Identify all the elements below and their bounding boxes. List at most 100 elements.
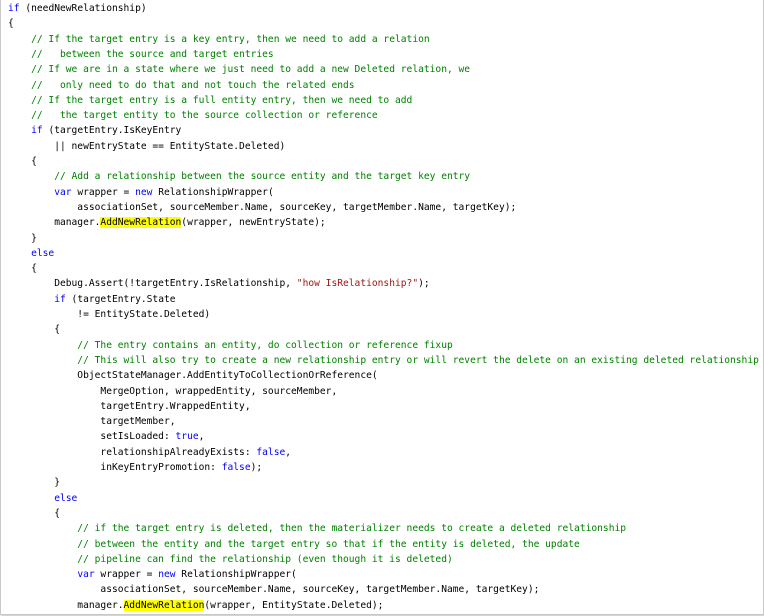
code-keyword: new	[158, 569, 176, 581]
code-line: targetMember,	[8, 414, 176, 429]
code-line: targetEntry.WrappedEntity,	[8, 399, 251, 414]
code-text: targetMember,	[8, 416, 176, 428]
code-keyword: false	[256, 446, 286, 458]
code-keyword: else	[54, 492, 78, 504]
code-text: || newEntryState == EntityState.Deleted)	[8, 140, 286, 152]
code-keyword: false	[221, 462, 251, 473]
code-text: );	[418, 278, 430, 290]
code-line: // between the entity and the target ent…	[8, 537, 580, 552]
code-comment: // pipeline can find the relationship (e…	[8, 553, 453, 565]
code-line: associationSet, sourceMember.Name, sourc…	[8, 582, 539, 597]
code-text: ,	[285, 446, 292, 458]
highlighted-text: AddNewRelation	[123, 599, 205, 611]
code-text: (wrapper, newEntryState);	[181, 217, 326, 229]
code-text: targetEntry.WrappedEntity,	[8, 400, 251, 412]
code-keyword: else	[31, 247, 55, 259]
code-text: ,	[198, 431, 205, 443]
code-comment: // The entry contains an entity, do coll…	[8, 339, 453, 351]
code-line: // pipeline can find the relationship (e…	[8, 552, 453, 567]
code-text: {	[8, 324, 60, 336]
code-line: // If we are in a state where we just ne…	[8, 62, 470, 77]
code-text: {	[8, 18, 14, 30]
code-line: || newEntryState == EntityState.Deleted)	[8, 139, 285, 154]
code-text: setIsLoaded:	[8, 431, 176, 443]
code-line: setIsLoaded: true,	[8, 429, 204, 444]
code-text: {	[8, 156, 37, 167]
code-line: }	[8, 231, 37, 246]
code-text: wrapper =	[71, 186, 136, 198]
code-line: ObjectStateManager.AddEntityToCollection…	[8, 368, 378, 383]
code-line: else	[8, 246, 54, 261]
code-comment: // This will also try to create a new re…	[8, 354, 759, 366]
code-line: if (targetEntry.State	[8, 292, 176, 307]
code-line: // if the target entry is deleted, then …	[8, 521, 626, 536]
code-text: associationSet, sourceMember.Name, sourc…	[8, 584, 540, 596]
code-keyword: true	[175, 431, 199, 443]
code-line: manager.AddNewRelation(wrapper, newEntry…	[8, 215, 326, 230]
code-text: {	[8, 263, 37, 275]
code-text: wrapper =	[94, 569, 159, 581]
code-comment: // If we are in a state where we just ne…	[8, 64, 471, 76]
code-line: // only need to do that and not touch th…	[8, 78, 355, 93]
code-line: {	[8, 154, 37, 169]
code-text: RelationshipWrapper(	[152, 186, 274, 198]
code-text: );	[250, 462, 263, 473]
code-comment: // if the target entry is deleted, then …	[8, 523, 627, 535]
code-line: {	[8, 322, 60, 337]
code-keyword: var	[77, 569, 95, 581]
code-comment: // If the target entry is a full entity …	[8, 94, 413, 106]
code-text: associationSet, sourceMember.Name, sourc…	[8, 201, 517, 213]
code-line: != EntityState.Deleted)	[8, 307, 210, 322]
code-line: // the target entity to the source colle…	[8, 108, 378, 123]
code-viewer: if (needNewRelationship) { // If the targ…	[0, 0, 764, 615]
code-text: inKeyEntryPromotion:	[8, 462, 222, 473]
code-text: }	[8, 232, 37, 244]
code-text: manager.	[8, 599, 124, 611]
code-text: relationshipAlreadyExists:	[8, 446, 257, 458]
code-keyword: var	[54, 186, 72, 198]
code-comment: // between the entity and the target ent…	[8, 538, 580, 550]
code-line: // If the target entry is a full entity …	[8, 93, 412, 108]
code-line: else	[8, 491, 77, 506]
code-text: (targetEntry.State	[65, 293, 176, 305]
code-text: }	[8, 477, 60, 489]
code-line: MergeOption, wrappedEntity, sourceMember…	[8, 384, 337, 399]
code-text: RelationshipWrapper(	[175, 569, 297, 581]
code-line: // between the source and target entries	[8, 47, 274, 62]
code-comment: // the target entity to the source colle…	[8, 110, 378, 122]
code-string: "how IsRelationship?"	[296, 278, 419, 290]
code-text: (targetEntry.IsKeyEntry	[42, 125, 182, 137]
code-text: MergeOption, wrappedEntity, sourceMember…	[8, 385, 338, 397]
code-line: }	[8, 475, 60, 490]
code-text: (needNewRelationship)	[19, 3, 147, 14]
code-comment: // Add a relationship between the source…	[8, 171, 471, 183]
code-text: != EntityState.Deleted)	[8, 309, 211, 320]
code-line: var wrapper = new RelationshipWrapper(	[8, 185, 274, 200]
code-text: {	[8, 507, 60, 519]
code-line: associationSet, sourceMember.Name, sourc…	[8, 200, 516, 215]
code-line: relationshipAlreadyExists: false,	[8, 445, 291, 460]
code-comment: // If the target entry is a key entry, t…	[8, 33, 430, 45]
code-line: {	[8, 261, 37, 276]
code-keyword: new	[135, 186, 153, 198]
code-line: inKeyEntryPromotion: false);	[8, 460, 262, 475]
highlighted-text: AddNewRelation	[100, 217, 182, 229]
code-text: Debug.Assert(!targetEntry.IsRelationship…	[8, 278, 297, 290]
code-line: // The entry contains an entity, do coll…	[8, 338, 453, 353]
code-line: // This will also try to create a new re…	[8, 353, 759, 368]
code-line: Debug.Assert(!targetEntry.IsRelationship…	[8, 276, 430, 291]
code-keyword: if	[54, 293, 66, 305]
code-line: if (targetEntry.IsKeyEntry	[8, 123, 181, 138]
code-text: (wrapper, EntityState.Deleted);	[204, 599, 384, 611]
code-line: {	[8, 506, 60, 521]
code-line: manager.AddNewRelation(wrapper, EntitySt…	[8, 598, 383, 613]
code-comment: // only need to do that and not touch th…	[8, 79, 355, 91]
code-text: ObjectStateManager.AddEntityToCollection…	[8, 370, 378, 382]
code-line: // Add a relationship between the source…	[8, 169, 470, 184]
